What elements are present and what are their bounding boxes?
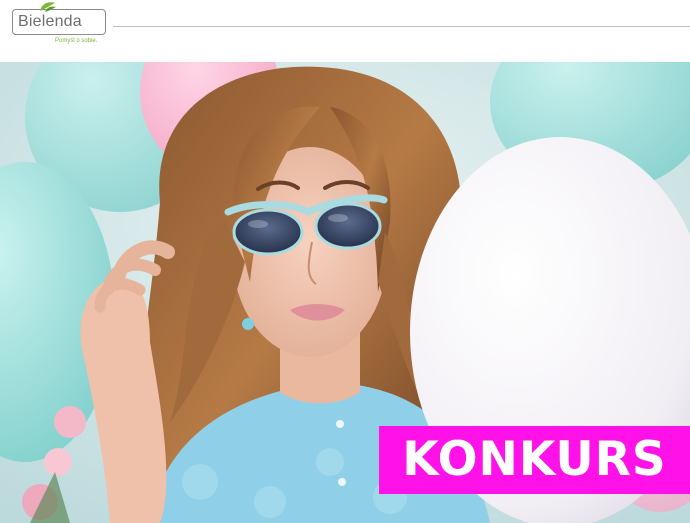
bielenda-logo[interactable]: Bielenda [12, 2, 106, 35]
contest-badge[interactable]: KONKURS [379, 426, 690, 494]
brand-tagline: Pomyśl o sobie. [55, 38, 98, 44]
site-header: Bielenda Pomyśl o sobie. [0, 0, 690, 62]
contest-badge-label: KONKURS [402, 432, 667, 487]
logo-wordmark: Bielenda [18, 13, 82, 30]
header-divider [113, 26, 690, 27]
